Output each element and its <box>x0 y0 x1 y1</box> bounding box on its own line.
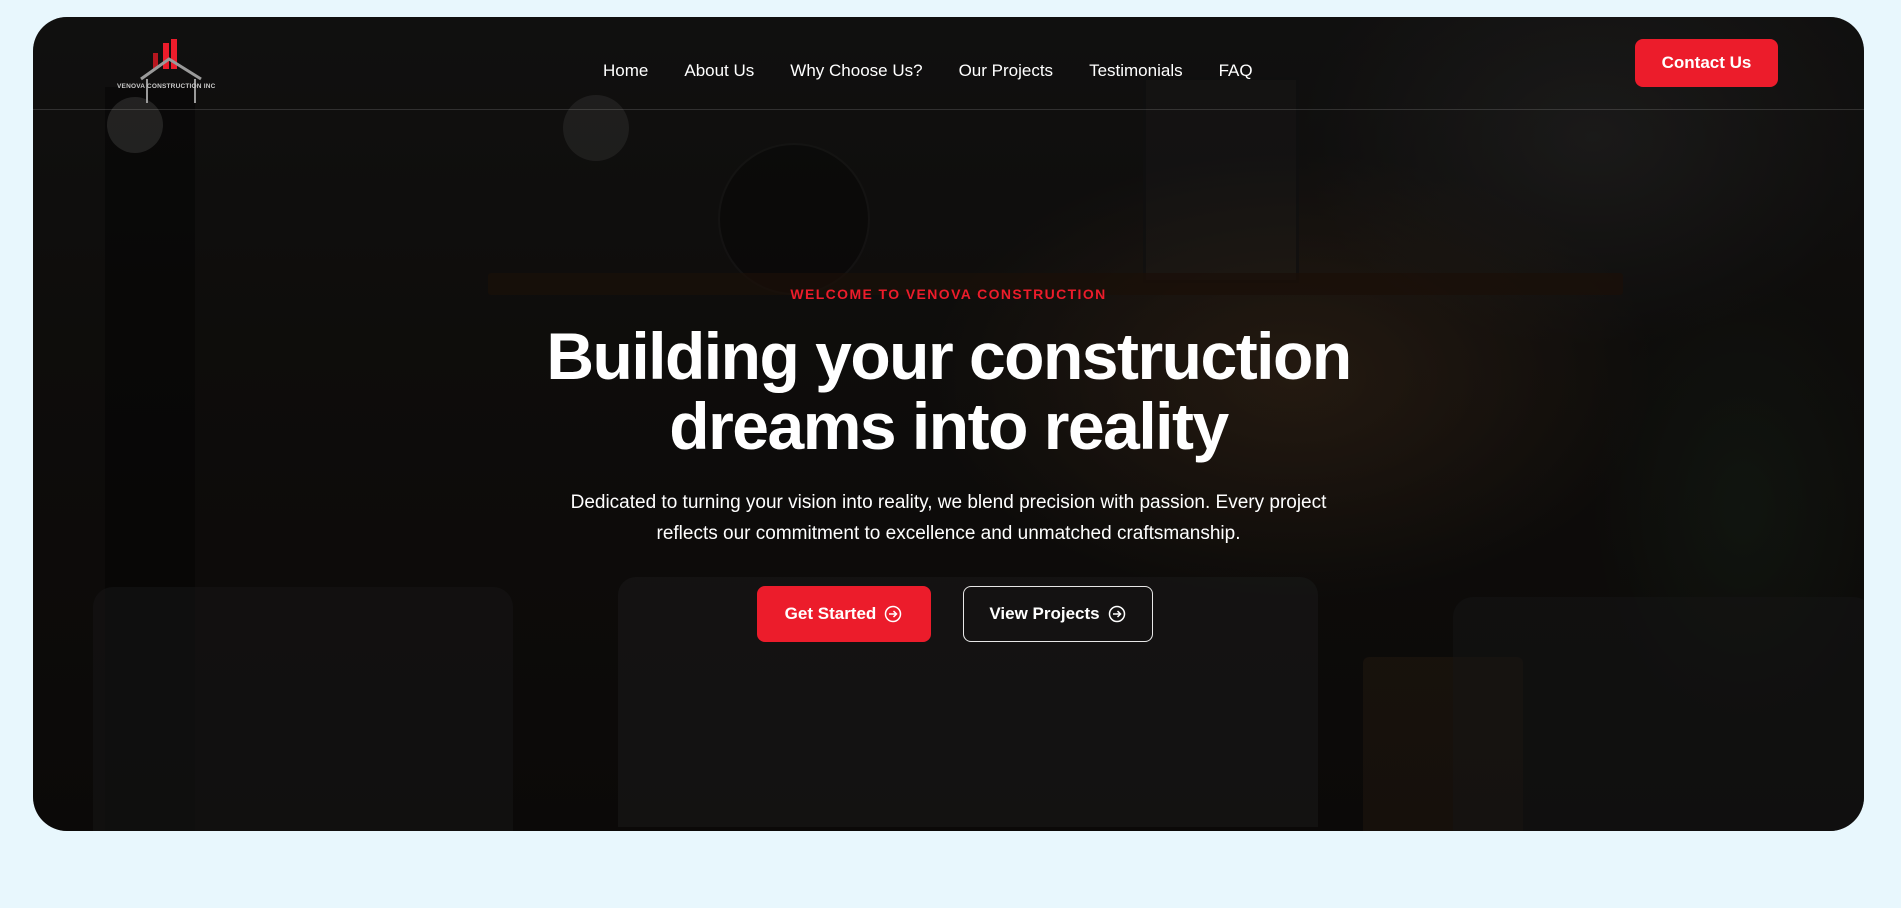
hero-description-line: Dedicated to turning your vision into re… <box>570 492 1327 513</box>
hero-eyebrow: WELCOME TO VENOVA CONSTRUCTION <box>790 286 1107 302</box>
hero-section: VENOVA CONSTRUCTION INC Home About Us Wh… <box>33 17 1864 831</box>
nav-link-faq[interactable]: FAQ <box>1219 61 1253 81</box>
get-started-button[interactable]: Get Started <box>756 586 931 642</box>
nav-link-about-us[interactable]: About Us <box>684 61 754 81</box>
brand-logo[interactable]: VENOVA CONSTRUCTION INC <box>117 39 215 105</box>
get-started-label: Get Started <box>784 604 877 623</box>
nav-link-our-projects[interactable]: Our Projects <box>959 61 1053 81</box>
hero-headline-line: Building your construction <box>546 319 1352 393</box>
nav-divider <box>33 109 1864 110</box>
hero-headline-line: dreams into reality <box>669 389 1229 463</box>
nav-link-home[interactable]: Home <box>603 61 648 81</box>
hero-cta-group: Get Started View Projects <box>33 586 1864 642</box>
hero-headline: Building your construction dreams into r… <box>33 321 1864 461</box>
arrow-right-circle-icon <box>1108 605 1125 623</box>
view-projects-button[interactable]: View Projects <box>962 586 1153 642</box>
hero-description-line: reflects our commitment to excellence an… <box>656 523 1241 544</box>
logo-text: VENOVA CONSTRUCTION INC <box>117 83 216 90</box>
view-projects-label: View Projects <box>989 604 1100 623</box>
main-navigation: Home About Us Why Choose Us? Our Project… <box>603 61 1289 81</box>
nav-link-testimonials[interactable]: Testimonials <box>1089 61 1183 81</box>
nav-link-why-choose-us[interactable]: Why Choose Us? <box>790 61 922 81</box>
venova-logo-icon <box>140 39 202 103</box>
hero-description: Dedicated to turning your vision into re… <box>33 487 1864 549</box>
arrow-right-circle-icon <box>885 605 902 623</box>
contact-us-button[interactable]: Contact Us <box>1635 39 1778 87</box>
